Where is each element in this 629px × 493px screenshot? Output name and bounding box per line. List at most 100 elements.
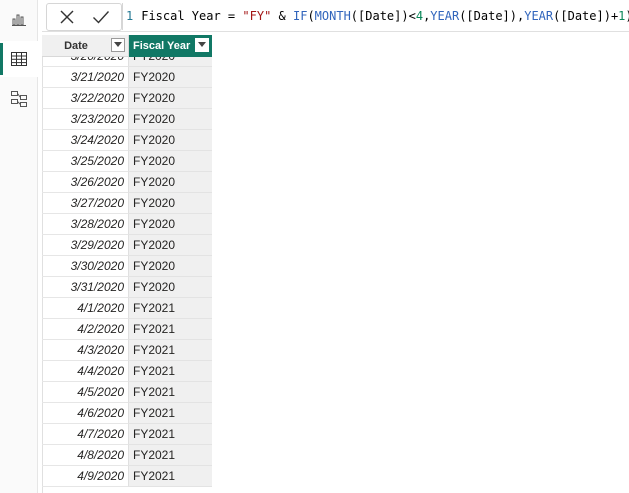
formula-token: ([Date])< [350,9,416,23]
table-row: 4/4/2020 FY2021 [42,361,212,382]
date-cell[interactable]: 4/2/2020 [42,319,129,340]
fiscal-year-cell[interactable]: FY2020 [129,277,212,298]
date-cell[interactable]: 3/26/2020 [42,172,129,193]
table-row: 3/30/2020 FY2020 [42,256,212,277]
table-row: 3/28/2020 FY2020 [42,214,212,235]
formula-token: Fiscal Year = [141,9,243,23]
fiscal-year-cell[interactable]: FY2021 [129,361,212,382]
table-row: 4/5/2020 FY2021 [42,382,212,403]
date-cell[interactable]: 3/30/2020 [42,256,129,277]
fiscal-year-cell[interactable]: FY2020 [129,172,212,193]
table-row: 3/21/2020 FY2020 [42,67,212,88]
date-cell[interactable]: 3/23/2020 [42,109,129,130]
date-cell[interactable]: 3/27/2020 [42,193,129,214]
fiscal-year-cell[interactable]: FY2020 [129,193,212,214]
fiscal-year-cell[interactable]: FY2020 [129,57,212,67]
chevron-down-icon [198,42,206,47]
fiscal-year-cell[interactable]: FY2021 [129,403,212,424]
date-cell[interactable]: 4/7/2020 [42,424,129,445]
fiscal-year-cell[interactable]: FY2020 [129,214,212,235]
table-row: 3/26/2020 FY2020 [42,172,212,193]
date-cell[interactable]: 4/1/2020 [42,298,129,319]
fiscal-year-cell[interactable]: FY2021 [129,424,212,445]
fiscal-year-cell[interactable]: FY2020 [129,88,212,109]
fiscal-year-cell[interactable]: FY2021 [129,319,212,340]
column-header-label: Date [64,39,88,52]
fiscal-year-cell[interactable]: FY2020 [129,256,212,277]
formula-token: ([Date]), [459,9,525,23]
table-view-button[interactable] [0,41,38,77]
date-cell[interactable]: 3/29/2020 [42,235,129,256]
formula-input[interactable]: 1 Fiscal Year = "FY" & IF(MONTH([Date])<4… [126,3,629,29]
table-row: 4/6/2020 FY2021 [42,403,212,424]
model-view-icon [11,91,27,107]
grid-body[interactable]: 3/20/2020FY20203/21/2020FY20203/22/2020F… [42,57,212,493]
table-row: 4/2/2020 FY2021 [42,319,212,340]
fiscal-year-cell[interactable]: FY2021 [129,466,212,487]
formula-buttons [46,3,122,31]
date-cell[interactable]: 3/24/2020 [42,130,129,151]
date-cell[interactable]: 4/4/2020 [42,361,129,382]
fiscal-year-cell[interactable]: FY2020 [129,151,212,172]
fiscal-year-cell[interactable]: FY2020 [129,130,212,151]
fiscal-year-cell[interactable]: FY2020 [129,67,212,88]
formula-token: & [271,9,293,23]
table-view-icon [11,52,27,66]
formula-token: YEAR [430,9,460,23]
formula-divider [122,3,123,30]
formula-token: MONTH [314,9,351,23]
date-cell[interactable]: 4/6/2020 [42,403,129,424]
formula-token: IF [292,9,308,23]
line-number: 1 [126,9,134,23]
fiscal-year-cell[interactable]: FY2021 [129,340,212,361]
table-row: 4/1/2020 FY2021 [42,298,212,319]
fiscal-year-cell[interactable]: FY2021 [129,382,212,403]
table-row: 3/23/2020 FY2020 [42,109,212,130]
table-row: 4/7/2020 FY2021 [42,424,212,445]
column-header-fiscal-year[interactable]: Fiscal Year [129,35,212,57]
table-row: 4/8/2020 FY2021 [42,445,212,466]
column-header-label: Fiscal Year [133,40,191,52]
table-row: 3/25/2020 FY2020 [42,151,212,172]
checkmark-icon [93,11,110,24]
column-header-date[interactable]: Date [42,35,129,57]
view-rail [0,0,38,493]
formula-token: 4 [415,9,424,23]
date-cell[interactable]: 4/8/2020 [42,445,129,466]
date-cell[interactable]: 3/22/2020 [42,88,129,109]
filter-dropdown-button[interactable] [195,38,209,52]
date-cell[interactable]: 4/3/2020 [42,340,129,361]
date-cell[interactable]: 3/28/2020 [42,214,129,235]
filter-dropdown-button[interactable] [111,38,125,52]
date-cell[interactable]: 4/5/2020 [42,382,129,403]
fiscal-year-cell[interactable]: FY2021 [129,445,212,466]
table-row: 4/9/2020 FY2021 [42,466,212,487]
date-cell[interactable]: 3/20/2020 [42,57,129,67]
report-view-button[interactable] [0,1,38,37]
table-row: 3/31/2020 FY2020 [42,277,212,298]
formula-token: "FY" [242,9,272,23]
grid-rows: 3/20/2020FY20203/21/2020FY20203/22/2020F… [42,57,212,487]
chevron-down-icon [114,42,122,47]
report-view-icon [12,14,26,26]
fiscal-year-cell[interactable]: FY2021 [129,298,212,319]
table-row: 3/24/2020 FY2020 [42,130,212,151]
model-view-button[interactable] [0,81,38,117]
date-cell[interactable]: 3/31/2020 [42,277,129,298]
fiscal-year-cell[interactable]: FY2020 [129,235,212,256]
table-row: 3/20/2020FY2020 [42,57,212,67]
date-cell[interactable]: 3/25/2020 [42,151,129,172]
commit-button[interactable] [83,4,119,30]
date-cell[interactable]: 3/21/2020 [42,67,129,88]
table-row: 3/22/2020 FY2020 [42,88,212,109]
fiscal-year-cell[interactable]: FY2020 [129,109,212,130]
cancel-button[interactable] [49,4,85,30]
table-row: 4/3/2020 FY2021 [42,340,212,361]
table-row: 3/29/2020 FY2020 [42,235,212,256]
formula-token: ) [625,9,629,23]
close-icon [60,10,74,24]
formula-token: ( [307,9,315,23]
formula-token: ([Date])+ [553,9,619,23]
table-row: 3/27/2020 FY2020 [42,193,212,214]
date-cell[interactable]: 4/9/2020 [42,466,129,487]
